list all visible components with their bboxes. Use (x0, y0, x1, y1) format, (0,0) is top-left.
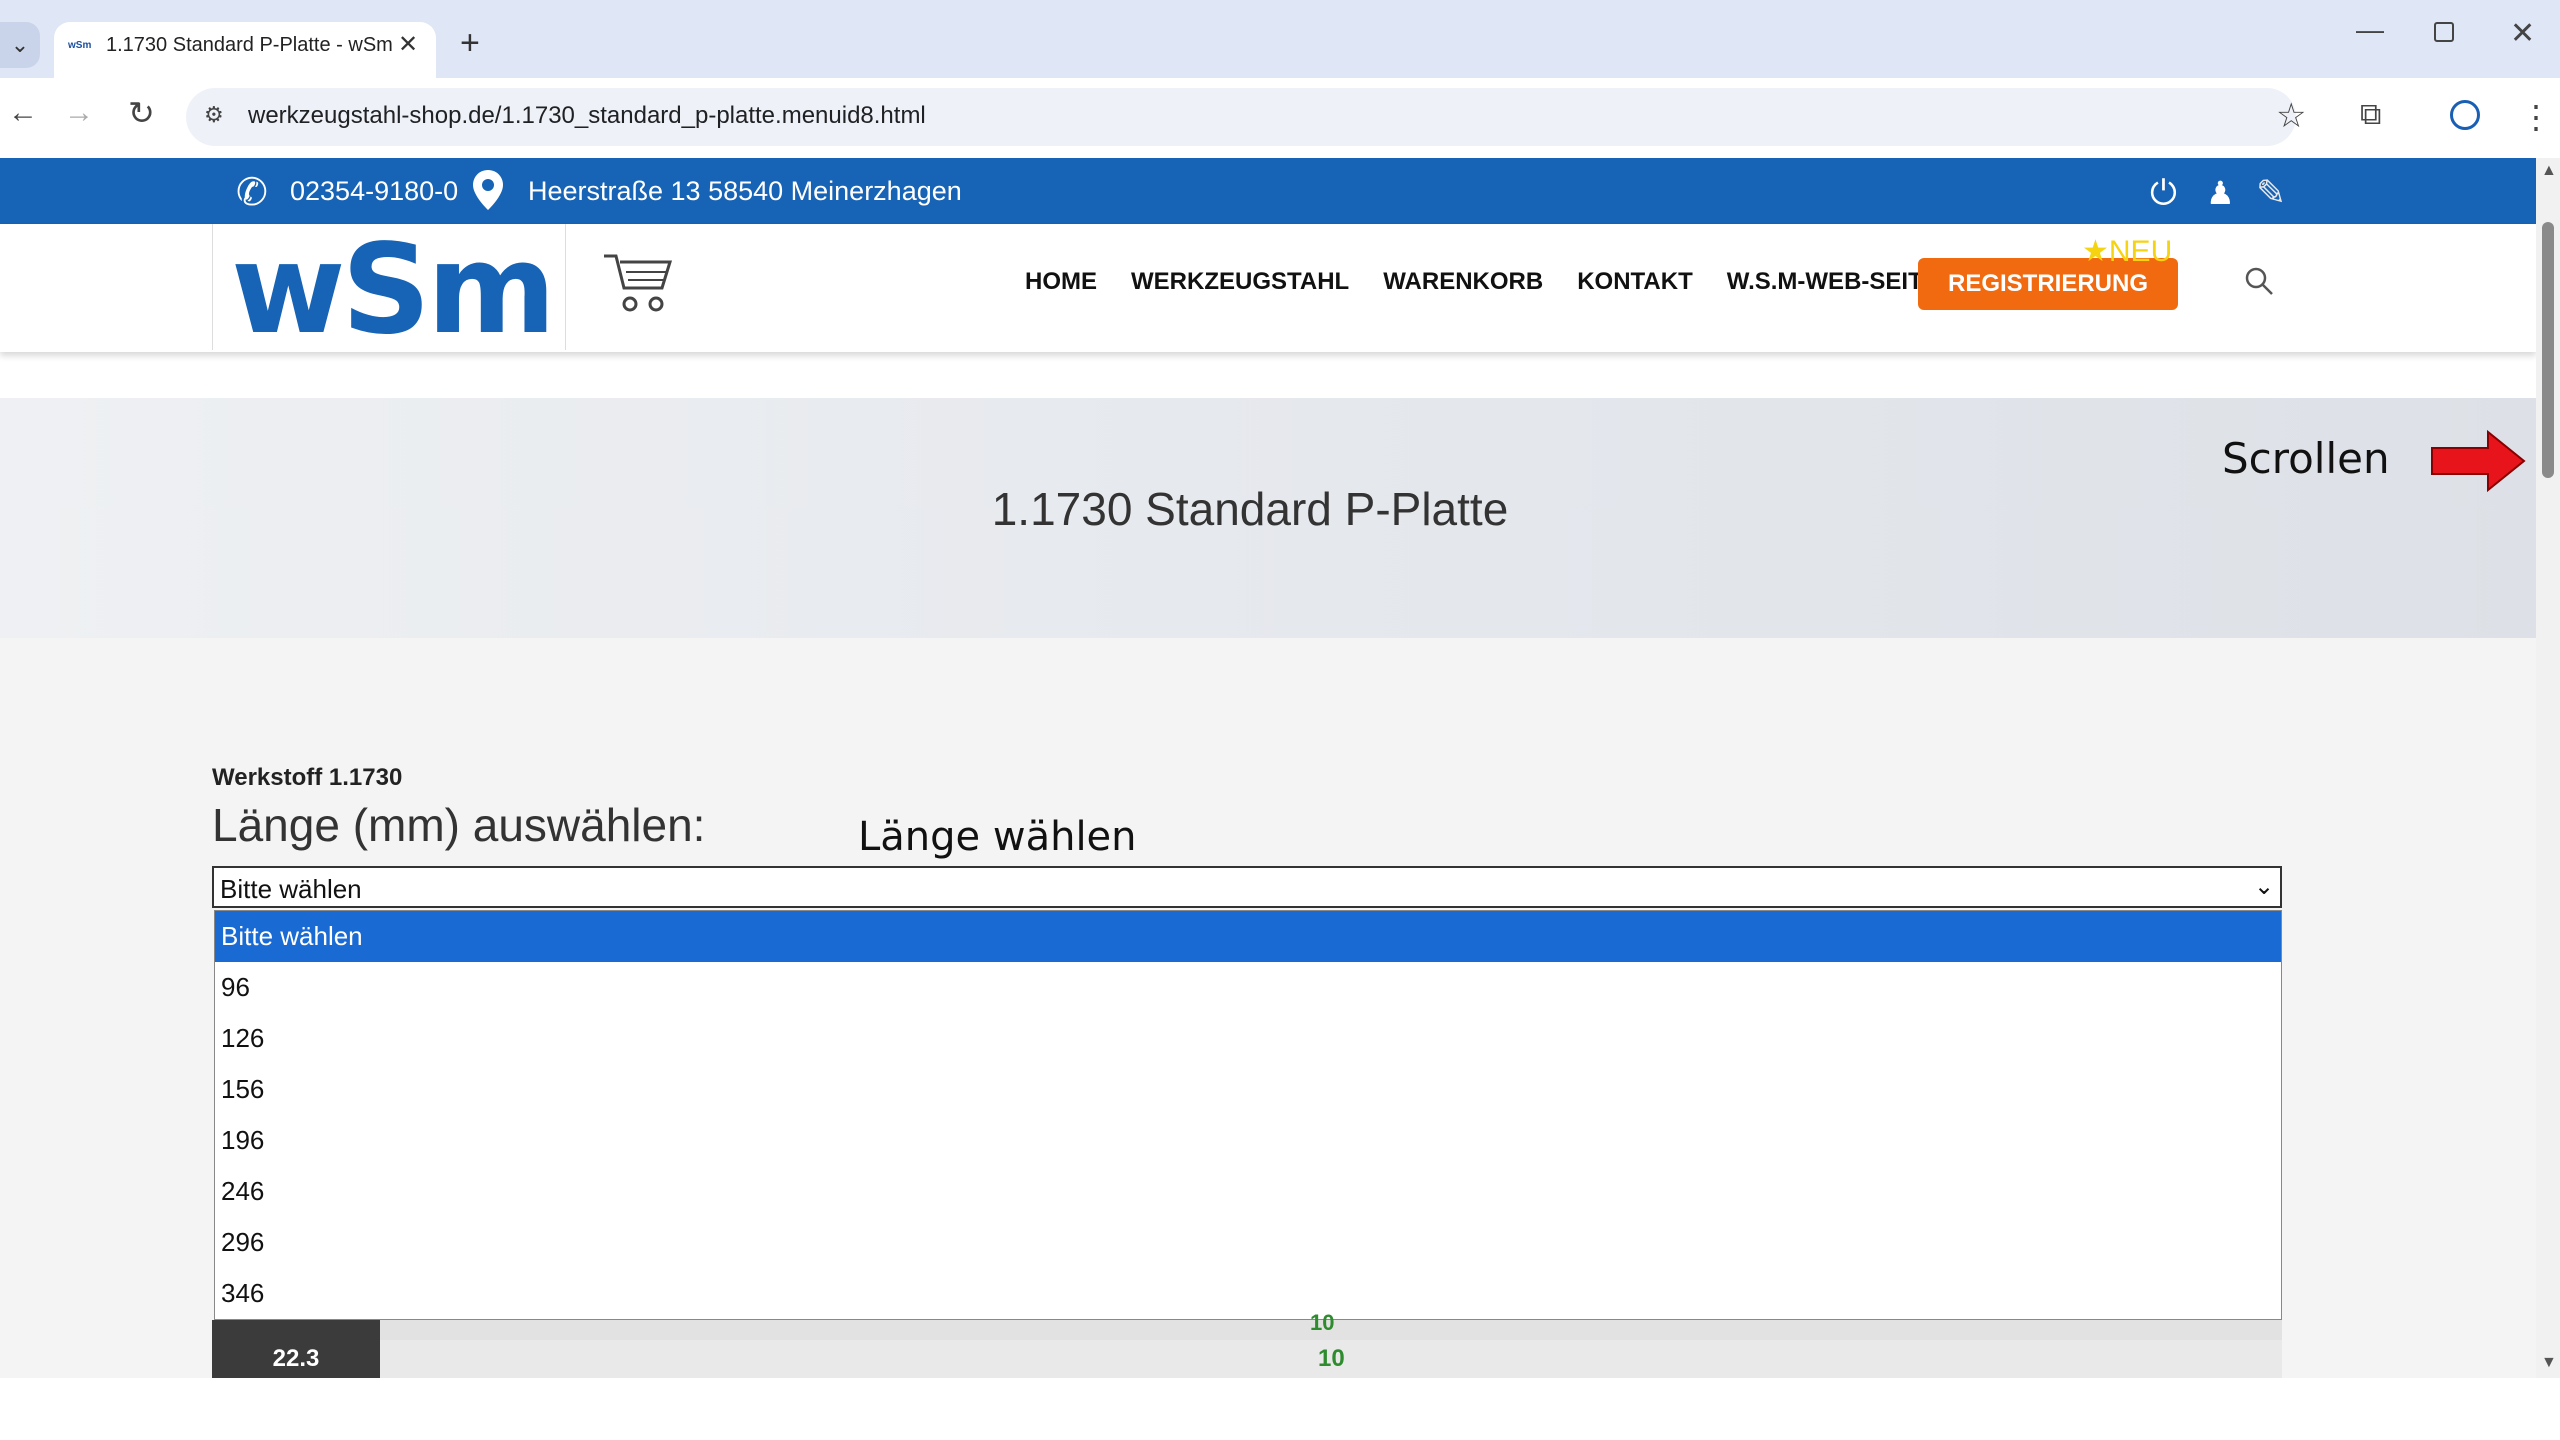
tab-title: 1.1730 Standard P-Platte - wSm (106, 34, 393, 56)
nav-warenkorb[interactable]: WARENKORB (1383, 268, 1543, 296)
logo-container[interactable]: wSm (212, 218, 566, 362)
bottom-blank (0, 1378, 2560, 1440)
back-icon[interactable]: ← (8, 96, 38, 130)
contact-bar: ✆ 02354-9180-0 Heerstraße 13 58540 Meine… (0, 158, 2536, 224)
browser-tab[interactable]: wSm 1.1730 Standard P-Platte - wSm ✕ (54, 22, 436, 78)
table-cell-value: 10 (1318, 1345, 1345, 1372)
scroll-down-icon[interactable]: ▼ (2541, 1354, 2557, 1372)
power-icon[interactable]: ⏻ (2150, 174, 2177, 213)
site-info-icon[interactable]: ⚙ (204, 102, 224, 128)
close-tab-icon[interactable]: ✕ (398, 30, 418, 59)
nav-home[interactable]: HOME (1025, 268, 1097, 296)
address-toolbar: ← → ↻ ⚙ werkzeugstahl-shop.de/1.1730_sta… (0, 78, 2560, 159)
length-option[interactable]: 126 (215, 1013, 2281, 1064)
wsm-logo[interactable]: wSm (231, 218, 556, 362)
site-header: wSm HOME WERKZEUGSTAHL WARENKORB KONTAKT… (0, 218, 2536, 362)
length-select[interactable]: Bitte wählen ⌄ (212, 866, 2282, 908)
phone-icon: ✆ (236, 172, 268, 214)
table-row[interactable]: 22.3 10 (212, 1340, 2282, 1378)
extensions-icon[interactable]: ⧉ (2360, 98, 2381, 132)
restore-icon[interactable] (2434, 22, 2454, 42)
cart-icon[interactable] (600, 248, 674, 318)
browser-tab-bar: ⌄ wSm 1.1730 Standard P-Platte - wSm ✕ +… (0, 0, 2560, 78)
nav-kontakt[interactable]: KONTAKT (1577, 268, 1693, 296)
nav-wsm-web-seite[interactable]: W.S.M-WEB-SEITE (1727, 268, 1939, 296)
length-option[interactable]: Bitte wählen (215, 911, 2281, 962)
length-option[interactable]: 96 (215, 962, 2281, 1013)
address-bar[interactable]: ⚙ werkzeugstahl-shop.de/1.1730_standard_… (186, 88, 2306, 146)
phone-number[interactable]: 02354-9180-0 (290, 176, 458, 207)
search-icon[interactable] (2244, 266, 2274, 296)
red-arrow-icon (2431, 429, 2526, 493)
nav-werkzeugstahl[interactable]: WERKZEUGSTAHL (1131, 268, 1349, 296)
table-cell-value: 10 (1310, 1310, 1335, 1335)
reload-icon[interactable]: ↻ (128, 94, 155, 132)
table-cell-label (212, 1320, 380, 1340)
page-title: 1.1730 Standard P-Platte (991, 483, 1509, 535)
browser-menu-icon[interactable]: ⋮ (2520, 98, 2552, 136)
length-annotation: Länge wählen (858, 814, 1137, 860)
length-option[interactable]: 156 (215, 1064, 2281, 1115)
address-text: Heerstraße 13 58540 Meinerzhagen (528, 176, 962, 206)
length-option[interactable]: 296 (215, 1217, 2281, 1268)
material-label: Werkstoff 1.1730 (212, 764, 403, 791)
tab-list-button[interactable]: ⌄ (0, 22, 40, 68)
bookmark-star-icon[interactable]: ☆ (2276, 96, 2306, 136)
scroll-annotation: Scrollen (2222, 434, 2390, 483)
new-tab-icon[interactable]: + (460, 24, 480, 63)
pencil-icon[interactable]: ✎ (2256, 172, 2286, 214)
url-text[interactable]: werkzeugstahl-shop.de/1.1730_standard_p-… (248, 102, 926, 130)
length-dropdown-list: Bitte wählen 96 126 156 196 246 296 346 (214, 910, 2282, 1320)
table-cell-label: 22.3 (212, 1340, 380, 1378)
window-close-icon[interactable]: ✕ (2510, 16, 2535, 51)
scroll-up-icon[interactable]: ▲ (2541, 162, 2557, 180)
length-option[interactable]: 346 (215, 1268, 2281, 1319)
page-hero: 1.1730 Standard P-Platte Scrollen (0, 398, 2536, 638)
page-scrollbar[interactable]: ▲ ▼ (2536, 158, 2560, 1378)
user-icon[interactable]: ♟ (2206, 174, 2235, 212)
minimize-icon[interactable]: — (2356, 14, 2384, 46)
new-badge: ★NEU (2082, 235, 2173, 268)
length-option[interactable]: 246 (215, 1166, 2281, 1217)
scrollbar-thumb[interactable] (2542, 222, 2554, 478)
chevron-down-icon[interactable]: ⌄ (2254, 872, 2274, 901)
profile-icon[interactable] (2450, 100, 2480, 130)
location-pin-icon (473, 170, 503, 210)
length-option[interactable]: 196 (215, 1115, 2281, 1166)
length-select-value[interactable]: Bitte wählen (220, 874, 362, 905)
table-row: 10 (212, 1310, 2282, 1340)
main-navigation: HOME WERKZEUGSTAHL WARENKORB KONTAKT W.S… (1025, 268, 1973, 296)
favicon-icon: wSm (68, 40, 92, 51)
forward-icon[interactable]: → (64, 96, 94, 130)
length-heading: Länge (mm) auswählen: (212, 799, 706, 851)
